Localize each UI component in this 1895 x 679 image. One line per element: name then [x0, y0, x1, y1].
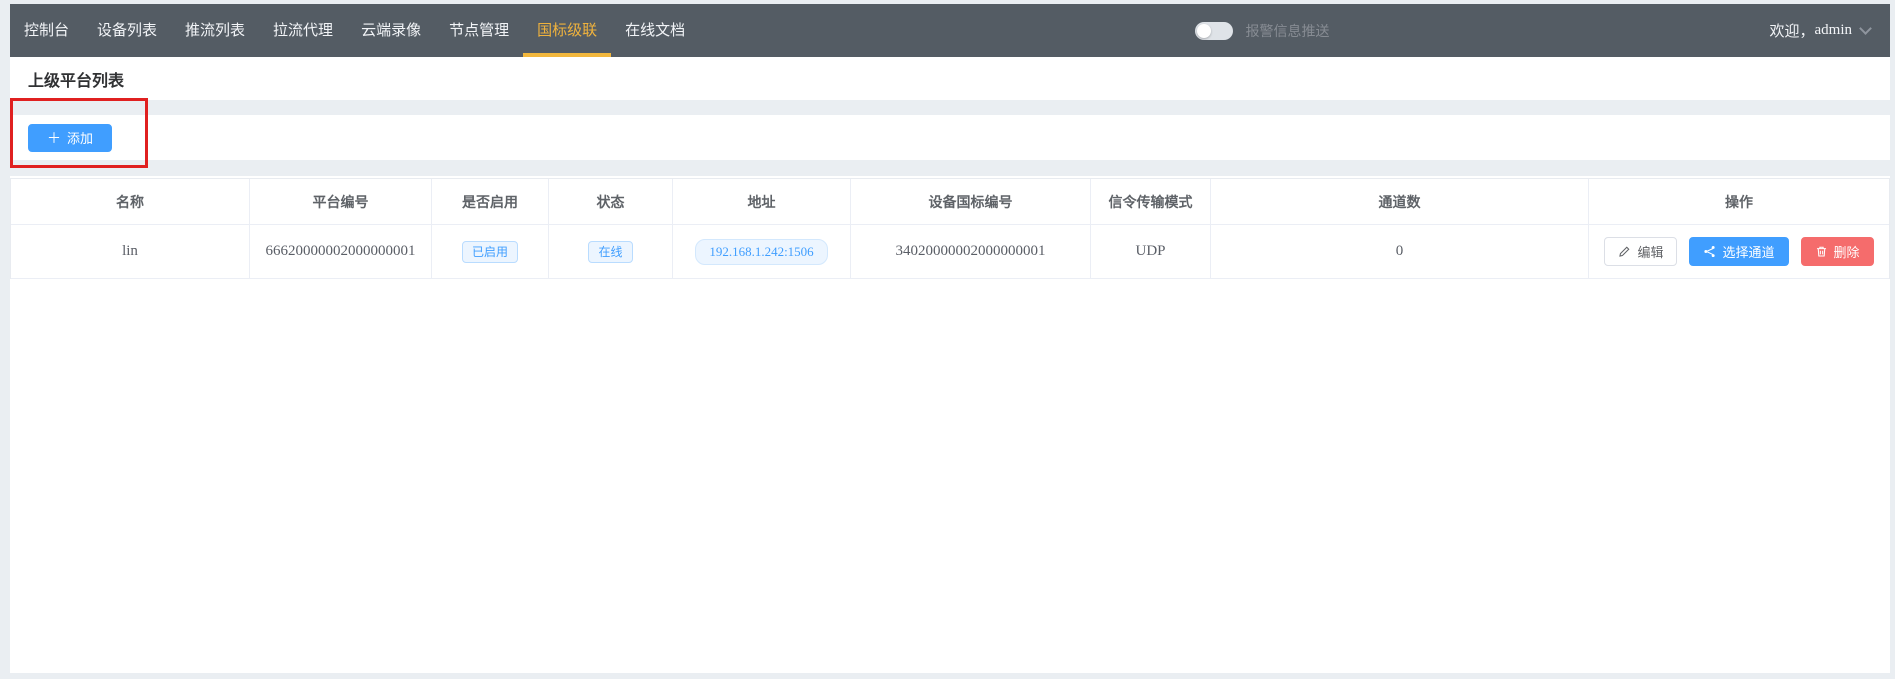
- add-button[interactable]: ＋ 添加: [28, 124, 112, 152]
- address-chip: 192.168.1.242:1506: [695, 239, 827, 265]
- nav-tab-gb-cascade[interactable]: 国标级联: [523, 4, 611, 57]
- alarm-push-label: 报警信息推送: [1245, 21, 1329, 41]
- status-badge: 在线: [588, 241, 632, 263]
- col-header-platform-id: 平台编号: [250, 179, 432, 224]
- nav-tab-device-list[interactable]: 设备列表: [83, 4, 171, 57]
- divider-band: [10, 100, 1890, 115]
- col-header-enabled: 是否启用: [432, 179, 549, 224]
- platform-table: 名称 平台编号 是否启用 状态 地址 设备国标编号 信令传输模式 通道数 操作 …: [10, 178, 1890, 279]
- cell-status: 在线: [549, 225, 673, 278]
- edit-pencil-icon: [1618, 245, 1631, 258]
- col-header-name: 名称: [11, 179, 250, 224]
- cell-platform-id: 66620000002000000001: [250, 225, 432, 278]
- edit-button[interactable]: 编辑: [1604, 237, 1677, 266]
- trash-icon: [1815, 245, 1828, 258]
- cell-actions: 编辑 选择通道: [1589, 225, 1889, 278]
- col-header-device-gb-id: 设备国标编号: [851, 179, 1091, 224]
- cell-channel-count: 0: [1211, 225, 1589, 278]
- page-header: 上级平台列表: [10, 57, 1890, 100]
- nav-tab-push-list[interactable]: 推流列表: [171, 4, 259, 57]
- user-menu[interactable]: 欢迎， admin: [1769, 20, 1870, 41]
- select-channel-label: 选择通道: [1722, 242, 1774, 261]
- enabled-badge: 已启用: [462, 241, 518, 263]
- cell-device-gb-id: 34020000002000000001: [851, 225, 1091, 278]
- add-button-label: 添加: [67, 128, 93, 147]
- select-channel-button[interactable]: 选择通道: [1689, 237, 1788, 266]
- col-header-actions: 操作: [1589, 179, 1889, 224]
- nav-tab-pull-proxy[interactable]: 拉流代理: [259, 4, 347, 57]
- edit-button-label: 编辑: [1637, 242, 1663, 261]
- share-icon: [1703, 245, 1716, 258]
- col-header-address: 地址: [673, 179, 851, 224]
- nav-tab-cloud-record[interactable]: 云端录像: [347, 4, 435, 57]
- nav-tab-online-docs[interactable]: 在线文档: [611, 4, 699, 57]
- nav-tab-console[interactable]: 控制台: [10, 4, 83, 57]
- alarm-push-group: 报警信息推送: [1195, 21, 1329, 41]
- cell-name: lin: [11, 225, 250, 278]
- cell-transport: UDP: [1091, 225, 1211, 278]
- toolbar: ＋ 添加: [10, 115, 1890, 160]
- top-nav: 控制台 设备列表 推流列表 拉流代理 云端录像 节点管理 国标级联 在线文档 报…: [10, 4, 1890, 57]
- action-buttons: 编辑 选择通道: [1604, 237, 1873, 266]
- cell-address: 192.168.1.242:1506: [673, 225, 851, 278]
- plus-icon: ＋: [47, 131, 61, 145]
- nav-tab-node-manage[interactable]: 节点管理: [435, 4, 523, 57]
- cell-enabled: 已启用: [432, 225, 549, 278]
- page-title: 上级平台列表: [28, 67, 124, 91]
- alarm-push-toggle[interactable]: [1195, 22, 1233, 40]
- table-row: lin 66620000002000000001 已启用 在线 192.168.…: [11, 225, 1889, 279]
- chevron-down-icon: [1859, 22, 1872, 35]
- col-header-transport: 信令传输模式: [1091, 179, 1211, 224]
- col-header-channel-count: 通道数: [1211, 179, 1589, 224]
- app-window: 控制台 设备列表 推流列表 拉流代理 云端录像 节点管理 国标级联 在线文档 报…: [10, 4, 1890, 673]
- username: admin: [1815, 22, 1853, 39]
- content-area: 名称 平台编号 是否启用 状态 地址 设备国标编号 信令传输模式 通道数 操作 …: [10, 176, 1890, 673]
- welcome-text: 欢迎，: [1769, 20, 1814, 41]
- delete-button[interactable]: 删除: [1801, 237, 1874, 266]
- delete-button-label: 删除: [1834, 242, 1860, 261]
- toggle-knob: [1197, 24, 1211, 38]
- col-header-status: 状态: [549, 179, 673, 224]
- divider-band: [10, 160, 1890, 176]
- table-header-row: 名称 平台编号 是否启用 状态 地址 设备国标编号 信令传输模式 通道数 操作: [11, 179, 1889, 225]
